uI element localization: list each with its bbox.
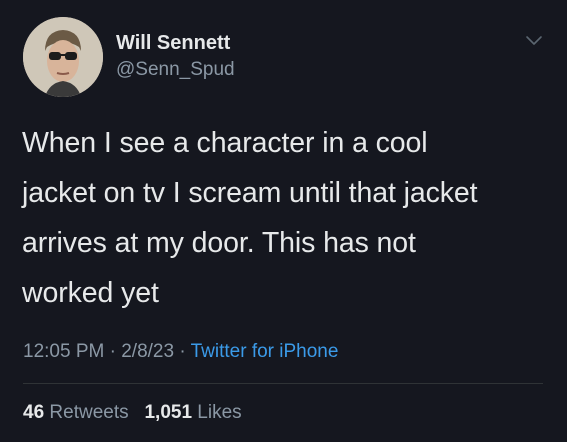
likes-stat[interactable]: 1,051 Likes	[144, 402, 241, 423]
tweet-text-line: jacket on tv I scream until that jacket	[22, 177, 478, 209]
divider	[23, 383, 543, 384]
meta-separator: ·	[179, 341, 186, 362]
tweet-date[interactable]: 2/8/23	[121, 341, 174, 362]
user-avatar-sunglasses-icon	[23, 17, 103, 97]
meta-separator: ·	[109, 341, 116, 362]
author-display-name[interactable]: Will Sennett	[116, 31, 235, 55]
retweets-stat[interactable]: 46 Retweets	[23, 402, 129, 423]
likes-count: 1,051	[144, 402, 193, 423]
retweets-label: Retweets	[49, 402, 129, 423]
author-avatar[interactable]	[23, 17, 103, 97]
tweet-time[interactable]: 12:05 PM	[23, 341, 104, 362]
more-options-button[interactable]	[524, 31, 544, 51]
retweets-count: 46	[23, 402, 45, 423]
tweet-text: When I see a character in a cool jacket …	[22, 118, 552, 318]
tweet-card: Will Sennett @Senn_Spud When I see a cha…	[0, 0, 567, 442]
tweet-source-link[interactable]: Twitter for iPhone	[191, 341, 339, 362]
chevron-down-icon	[526, 36, 542, 45]
tweet-stats: 46 Retweets 1,051 Likes	[23, 401, 242, 425]
tweet-text-line: When I see a character in a cool	[22, 127, 428, 159]
tweet-metadata: 12:05 PM · 2/8/23 · Twitter for iPhone	[23, 340, 338, 364]
tweet-author: Will Sennett @Senn_Spud	[116, 31, 235, 82]
tweet-text-line: arrives at my door. This has not	[22, 227, 416, 259]
likes-label: Likes	[197, 402, 242, 423]
tweet-text-line: worked yet	[22, 277, 159, 309]
author-handle[interactable]: @Senn_Spud	[116, 58, 235, 82]
